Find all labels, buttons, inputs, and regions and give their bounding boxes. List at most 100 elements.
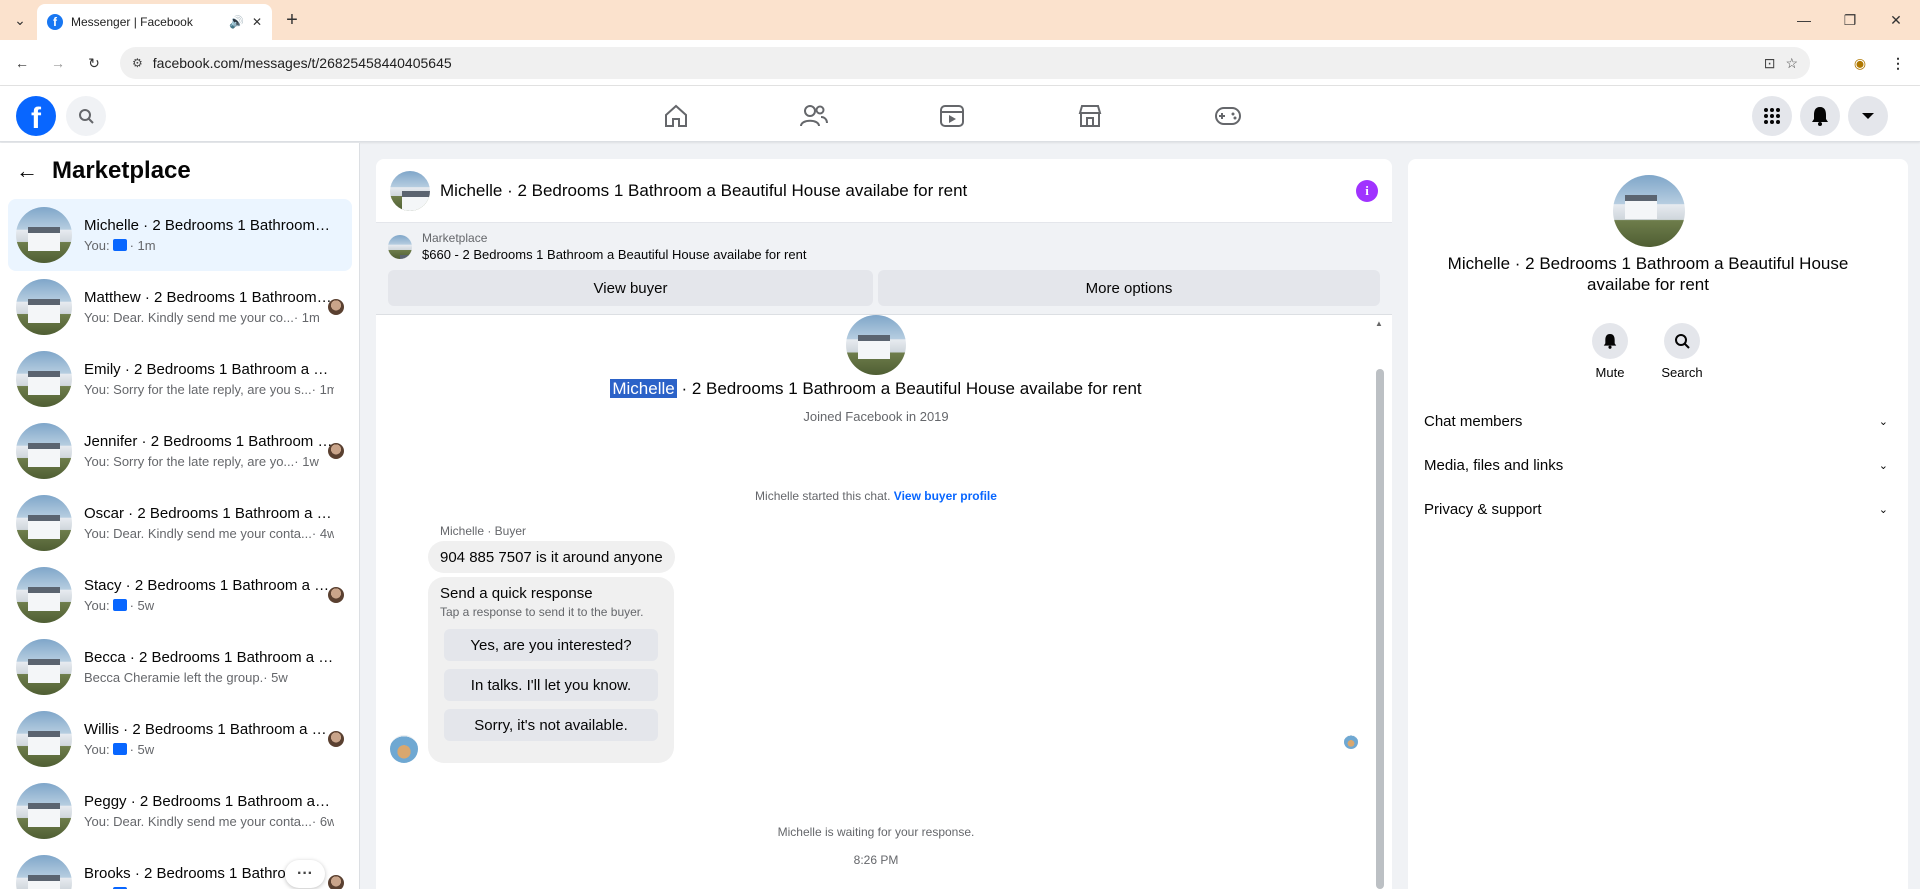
back-icon[interactable]: ← — [8, 49, 36, 77]
notifications-bell-icon[interactable] — [1800, 96, 1840, 136]
message-area[interactable]: Michelle · 2 Bedrooms 1 Bathroom a Beaut… — [376, 315, 1392, 889]
listing-price-title[interactable]: $660 - 2 Bedrooms 1 Bathroom a Beautiful… — [422, 247, 806, 262]
conversation-item[interactable]: Stacy · 2 Bedrooms 1 Bathroom a Beautifu… — [8, 559, 352, 631]
site-info-icon[interactable]: ⚙ — [132, 56, 143, 70]
conversation-item[interactable]: Matthew · 2 Bedrooms 1 Bathroom a Beauti… — [8, 271, 352, 343]
highlighted-name: Michelle — [610, 379, 677, 398]
conversation-item[interactable]: Michelle · 2 Bedrooms 1 Bathroom a Beaut… — [8, 199, 352, 271]
more-options-button[interactable]: ··· — [285, 860, 325, 888]
conversation-time: · 1m — [293, 310, 320, 325]
conversation-preview: You: Dear. Kindly send me your co...· 1m — [84, 310, 334, 325]
facebook-logo[interactable]: f — [16, 96, 56, 136]
profile-icon[interactable]: ◉ — [1846, 49, 1874, 77]
view-buyer-button[interactable]: View buyer — [388, 270, 874, 306]
conversation-item[interactable]: Becca · 2 Bedrooms 1 Bathroom a Beautifu… — [8, 631, 352, 703]
home-icon[interactable] — [656, 96, 696, 136]
sender-label: Michelle · Buyer — [440, 524, 527, 538]
mute-action[interactable]: Mute — [1580, 323, 1640, 380]
seen-indicator-avatar — [1344, 735, 1358, 749]
new-tab-icon[interactable]: + — [278, 6, 306, 34]
account-dropdown-icon[interactable] — [1848, 96, 1888, 136]
browser-tab[interactable]: f Messenger | Facebook 🔊 ✕ — [37, 4, 272, 40]
listing-thumbnail[interactable] — [388, 234, 412, 259]
profile-name: Michelle · 2 Bedrooms 1 Bathroom a Beaut… — [376, 379, 1376, 399]
sender-avatar[interactable] — [390, 735, 418, 763]
read-receipt-avatar — [328, 299, 344, 315]
speaker-icon[interactable]: 🔊 — [229, 15, 244, 29]
like-thumb-icon — [112, 743, 127, 755]
install-icon[interactable]: ⊡ — [1764, 55, 1776, 72]
chat-title[interactable]: Michelle · 2 Bedrooms 1 Bathroom a Beaut… — [440, 181, 1346, 201]
marketplace-icon[interactable] — [1070, 96, 1110, 136]
conversation-text: Michelle · 2 Bedrooms 1 Bathroom a Beaut… — [84, 217, 334, 253]
quick-reply-unavailable-button[interactable]: Sorry, it's not available. — [444, 709, 658, 741]
conversation-item[interactable]: Willis · 2 Bedrooms 1 Bathroom a Beautif… — [8, 703, 352, 775]
timestamp: 8:26 PM — [853, 853, 899, 867]
conversation-preview: You: · 5w — [84, 598, 334, 613]
listing-avatar — [16, 567, 72, 623]
conversation-time: · 4w — [311, 526, 334, 541]
conversation-item[interactable]: Emily · 2 Bedrooms 1 Bathroom a Beautifu… — [8, 343, 352, 415]
conversation-preview: You: · 5w — [84, 742, 334, 757]
chrome-menu-icon[interactable]: ⋮ — [1884, 49, 1912, 77]
conversation-preview: Becca Cheramie left the group.· 5w — [84, 670, 334, 685]
bookmark-star-icon[interactable]: ☆ — [1785, 55, 1798, 72]
search-conversation-icon[interactable] — [1664, 323, 1700, 359]
forward-icon[interactable]: → — [44, 49, 72, 77]
conversation-name: Matthew · 2 Bedrooms 1 Bathroom a Beauti… — [84, 289, 334, 306]
chevron-down-icon: ⌄ — [1878, 415, 1888, 428]
search-icon[interactable] — [66, 96, 106, 136]
video-icon[interactable] — [932, 96, 972, 136]
mute-bell-icon[interactable] — [1592, 323, 1628, 359]
minimize-icon[interactable]: — — [1790, 6, 1818, 34]
gaming-icon[interactable] — [1208, 96, 1248, 136]
restore-icon[interactable]: ❐ — [1836, 6, 1864, 34]
close-window-icon[interactable]: ✕ — [1882, 6, 1910, 34]
omnibox[interactable]: ⚙ facebook.com/messages/t/26825458440405… — [120, 47, 1810, 79]
url-text[interactable]: facebook.com/messages/t/2682545844040564… — [153, 55, 1754, 71]
friends-icon[interactable] — [794, 96, 834, 136]
view-buyer-profile-link[interactable]: View buyer profile — [894, 489, 997, 503]
reload-icon[interactable]: ↻ — [80, 49, 108, 77]
tab-list-icon[interactable]: ⌄ — [6, 6, 34, 34]
message-bubble[interactable]: 904 885 7507 is it around anyone — [428, 541, 675, 573]
conversation-name: Michelle · 2 Bedrooms 1 Bathroom a Beaut… — [84, 217, 334, 234]
conversation-preview: You: Dear. Kindly send me your conta...·… — [84, 526, 334, 541]
address-bar: ← → ↻ ⚙ facebook.com/messages/t/26825458… — [0, 40, 1920, 86]
details-name: Michelle · 2 Bedrooms 1 Bathroom a Beaut… — [1447, 254, 1849, 294]
info-icon[interactable]: i — [1356, 179, 1378, 202]
tab-title: Messenger | Facebook — [71, 15, 193, 29]
listing-avatar — [16, 207, 72, 263]
scroll-up-icon[interactable]: ▲ — [1375, 319, 1383, 328]
close-tab-icon[interactable]: ✕ — [252, 15, 262, 29]
search-label: Search — [1661, 365, 1703, 380]
section-media-files[interactable]: Media, files and links ⌄ — [1424, 445, 1892, 485]
conversation-name: Becca · 2 Bedrooms 1 Bathroom a Beautifu… — [84, 649, 334, 666]
conversation-name: Stacy · 2 Bedrooms 1 Bathroom a Beautifu… — [84, 577, 334, 594]
quick-reply-talks-button[interactable]: In talks. I'll let you know. — [444, 669, 658, 701]
quick-response-subtitle: Tap a response to send it to the buyer. — [440, 605, 644, 619]
search-action[interactable]: Search — [1652, 323, 1712, 380]
chat-avatar[interactable] — [390, 170, 430, 211]
conversation-item[interactable]: Oscar · 2 Bedrooms 1 Bathroom a Beautifu… — [8, 487, 352, 559]
conversation-text: Becca · 2 Bedrooms 1 Bathroom a Beautifu… — [84, 649, 334, 685]
preview-text: Becca Cheramie left the group. — [84, 670, 264, 685]
conversation-time: · 5w — [129, 742, 155, 757]
menu-grid-icon[interactable] — [1752, 96, 1792, 136]
listing-avatar — [16, 711, 72, 767]
conversation-item[interactable]: Peggy · 2 Bedrooms 1 Bathroom a Beautifu… — [8, 775, 352, 847]
marketplace-sidebar: ← Marketplace Michelle · 2 Bedrooms 1 Ba… — [0, 143, 360, 889]
conversation-text: Willis · 2 Bedrooms 1 Bathroom a Beautif… — [84, 721, 334, 757]
more-options-button[interactable]: More options — [878, 270, 1380, 306]
section-privacy-support[interactable]: Privacy & support ⌄ — [1424, 489, 1892, 529]
back-arrow-icon[interactable]: ← — [16, 158, 38, 184]
preview-text: You: — [84, 742, 110, 757]
conversation-item[interactable]: Jennifer · 2 Bedrooms 1 Bathroom a Beaut… — [8, 415, 352, 487]
quick-reply-yes-button[interactable]: Yes, are you interested? — [444, 629, 658, 661]
profile-avatar[interactable] — [846, 315, 906, 375]
chat-header: Michelle · 2 Bedrooms 1 Bathroom a Beaut… — [376, 159, 1392, 223]
section-chat-members[interactable]: Chat members ⌄ — [1424, 401, 1892, 441]
chat-scrollbar[interactable]: ▲ — [1375, 319, 1384, 889]
scroll-thumb[interactable] — [1376, 369, 1384, 889]
details-avatar[interactable] — [1613, 175, 1685, 247]
